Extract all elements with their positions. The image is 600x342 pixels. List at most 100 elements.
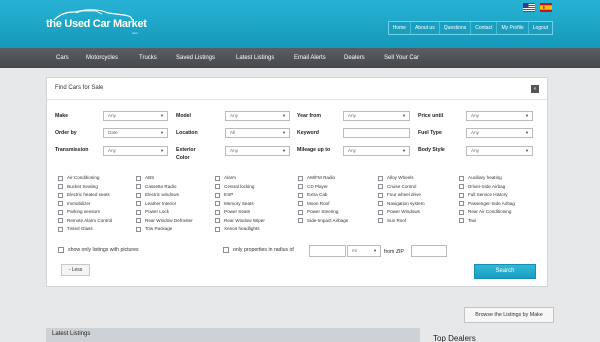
distance-unit-select[interactable]: mi ▼ [347, 245, 381, 257]
site-logo[interactable]: the Used Car Market com [46, 9, 147, 35]
collapse-icon[interactable]: « [531, 85, 539, 93]
feature-option[interactable]: ESP [215, 192, 233, 198]
feature-option[interactable]: Taxi [459, 218, 476, 224]
fuel-type-select[interactable]: Any ▼ [466, 128, 533, 138]
radius-option[interactable]: only properties in radius of [223, 247, 294, 253]
transmission-select[interactable]: Any ▼ [103, 146, 168, 156]
checkbox[interactable] [378, 192, 383, 198]
feature-option[interactable]: Moon Roof [298, 201, 329, 207]
feature-option[interactable]: CD Player [298, 184, 328, 190]
topnav-about-us[interactable]: About us [409, 22, 439, 34]
feature-option[interactable]: Alarm [215, 175, 236, 181]
feature-option[interactable]: Extra Cab [298, 192, 327, 198]
checkbox[interactable] [459, 175, 464, 181]
checkbox[interactable] [58, 209, 63, 215]
feature-option[interactable]: Immobilizer [58, 201, 90, 207]
nav-dealers[interactable]: Dealers [344, 48, 365, 68]
feature-option[interactable]: Rear Window Wiper [215, 218, 265, 224]
mileage-select[interactable]: Any ▼ [343, 146, 410, 156]
search-button[interactable]: Search [474, 264, 536, 279]
topnav-contact[interactable]: Contact [470, 22, 496, 34]
body-style-select[interactable]: Any ▼ [466, 146, 533, 156]
radius-input[interactable] [309, 245, 346, 257]
checkbox[interactable] [58, 192, 63, 198]
feature-option[interactable]: Memory Seats [215, 201, 254, 207]
checkbox[interactable] [378, 184, 383, 189]
checkbox[interactable] [136, 184, 141, 189]
checkbox[interactable] [136, 175, 141, 181]
checkbox[interactable] [298, 192, 303, 198]
checkbox[interactable] [58, 226, 63, 232]
feature-option[interactable]: Air Conditioning [58, 175, 99, 181]
make-select[interactable]: Any ▼ [103, 111, 168, 121]
checkbox[interactable] [215, 175, 220, 181]
price-until-select[interactable]: Any ▼ [466, 111, 533, 121]
feature-option[interactable]: Central locking [215, 184, 254, 190]
feature-option[interactable]: Remote Alarm Control [58, 218, 112, 224]
feature-option[interactable]: Xenon headlights [215, 226, 260, 232]
checkbox[interactable] [298, 218, 303, 223]
checkbox[interactable] [58, 247, 64, 253]
order-by-select[interactable]: Date ▼ [103, 128, 168, 138]
feature-option[interactable]: Power Windows [378, 209, 420, 215]
checkbox[interactable] [136, 226, 141, 232]
feature-option[interactable]: Leather Interior [136, 201, 176, 207]
checkbox[interactable] [215, 201, 220, 206]
location-select[interactable]: All ▼ [225, 128, 290, 138]
checkbox[interactable] [58, 218, 63, 223]
feature-option[interactable]: ABS [136, 175, 154, 181]
nav-cars[interactable]: Cars [56, 48, 69, 68]
checkbox[interactable] [136, 201, 141, 206]
feature-option[interactable]: Full Service History [459, 192, 508, 198]
nav-latest-listings[interactable]: Latest Listings [236, 48, 274, 68]
checkbox[interactable] [215, 184, 220, 189]
checkbox[interactable] [58, 201, 63, 206]
exterior-color-select[interactable]: Any ▼ [225, 146, 290, 156]
feature-option[interactable]: Cruise Control [378, 184, 416, 190]
topnav-home[interactable]: Home [389, 22, 410, 34]
feature-option[interactable]: Passenger-Side Airbag [459, 201, 515, 207]
checkbox[interactable] [136, 218, 141, 223]
checkbox[interactable] [459, 209, 464, 215]
checkbox[interactable] [378, 218, 383, 223]
feature-option[interactable]: Tow Package [136, 226, 172, 232]
topnav-questions[interactable]: Questions [438, 22, 471, 34]
checkbox[interactable] [459, 184, 464, 189]
feature-option[interactable]: Tinted Glass [58, 226, 93, 232]
feature-option[interactable]: AM/FM Radio [298, 175, 335, 181]
checkbox[interactable] [215, 192, 220, 198]
feature-option[interactable]: Bucket Seating [58, 184, 98, 190]
checkbox[interactable] [459, 192, 464, 198]
feature-option[interactable]: Electric heated seats [58, 192, 110, 198]
feature-option[interactable]: Power Lock [136, 209, 169, 215]
topnav-my-profile[interactable]: My Profile [496, 22, 527, 34]
feature-option[interactable]: Power Steering [298, 209, 338, 215]
zip-input[interactable] [411, 245, 447, 257]
checkbox[interactable] [223, 247, 229, 253]
nav-sell-your-car[interactable]: Sell Your Car [384, 48, 419, 68]
checkbox[interactable] [136, 209, 141, 215]
year-from-select[interactable]: Any ▼ [343, 111, 410, 121]
checkbox[interactable] [378, 209, 383, 215]
checkbox[interactable] [298, 201, 303, 206]
nav-motorcycles[interactable]: Motorcycles [86, 48, 118, 68]
browse-by-make-button[interactable]: Browse the Listings by Make [464, 307, 554, 323]
feature-option[interactable]: Rear Window Defroster [136, 218, 193, 224]
nav-saved-listings[interactable]: Saved Listings [176, 48, 215, 68]
feature-option[interactable]: Auxiliary heating [459, 175, 502, 181]
feature-option[interactable]: Electric windows [136, 192, 179, 198]
feature-option[interactable]: Parking sensors [58, 209, 100, 215]
feature-option[interactable]: Rear Air Conditioning [459, 209, 511, 215]
checkbox[interactable] [58, 175, 63, 181]
checkbox[interactable] [215, 226, 220, 232]
checkbox[interactable] [459, 218, 464, 223]
topnav-logout[interactable]: Logout [527, 22, 552, 34]
feature-option[interactable]: Driver-Side Airbag [459, 184, 505, 190]
checkbox[interactable] [459, 201, 464, 206]
checkbox[interactable] [298, 184, 303, 189]
checkbox[interactable] [58, 184, 63, 189]
less-button[interactable]: - Less [61, 264, 90, 276]
feature-option[interactable]: Sun Roof [378, 218, 406, 224]
model-select[interactable]: Any ▼ [225, 111, 290, 121]
feature-option[interactable]: Side-Impact Airbags [298, 218, 348, 224]
